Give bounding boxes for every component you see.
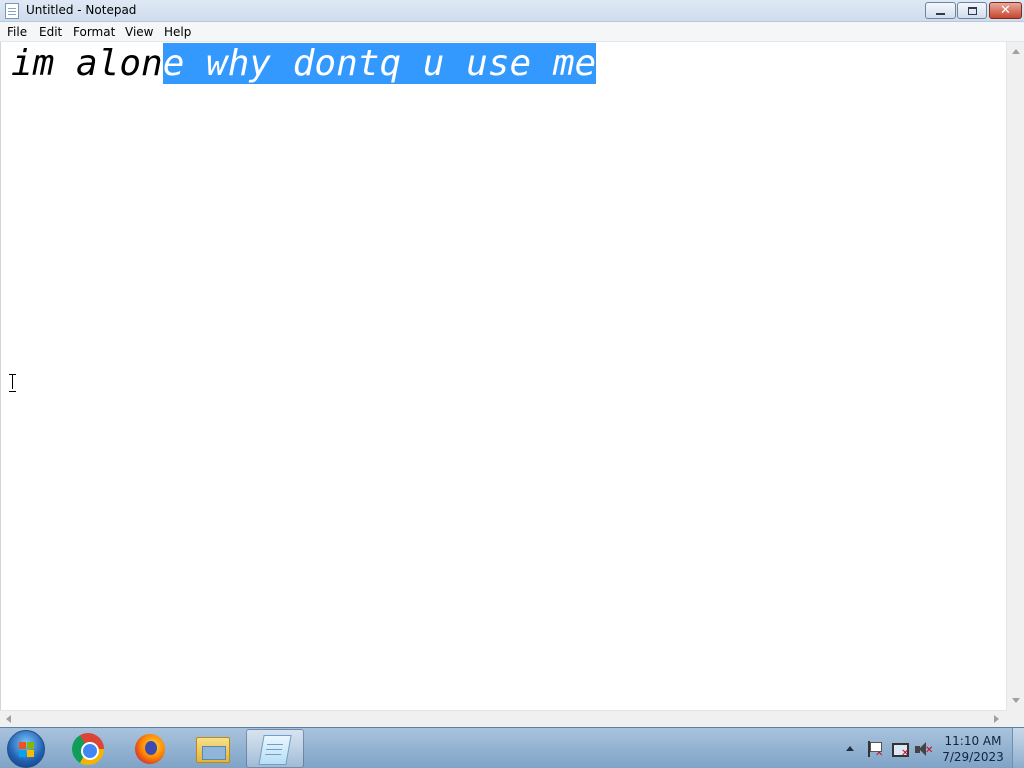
minimize-icon <box>936 12 945 15</box>
menu-bar: File Edit Format View Help <box>0 22 1024 42</box>
minimize-button[interactable] <box>925 2 956 19</box>
menu-file[interactable]: File <box>7 25 27 39</box>
windows-logo-icon <box>19 742 35 758</box>
clock-date: 7/29/2023 <box>942 750 1004 764</box>
editor-text-line[interactable]: im alone why dontq u use me <box>11 43 597 84</box>
mute-x-icon: ✕ <box>925 745 934 756</box>
restore-button[interactable] <box>957 2 987 19</box>
taskbar-chrome[interactable] <box>59 729 117 768</box>
title-bar[interactable]: Untitled - Notepad ✕ <box>0 0 1024 22</box>
notepad-app-icon[interactable] <box>5 3 19 19</box>
menu-help[interactable]: Help <box>164 25 191 39</box>
scroll-down-icon[interactable] <box>1012 698 1020 703</box>
taskbar-firefox[interactable] <box>121 729 179 768</box>
window-title: Untitled - Notepad <box>26 3 137 17</box>
menu-format[interactable]: Format <box>73 25 115 39</box>
action-center-flag-icon[interactable]: ✕ <box>865 740 884 759</box>
show-desktop-button[interactable] <box>1012 728 1024 768</box>
scroll-right-icon[interactable] <box>994 715 999 723</box>
folder-icon <box>196 737 230 763</box>
ibeam-cursor-icon <box>9 374 16 392</box>
scroll-left-icon[interactable] <box>6 715 11 723</box>
volume-muted-icon[interactable]: ✕ <box>914 740 934 758</box>
error-x-icon: ✕ <box>901 748 910 759</box>
clock-time: 11:10 AM <box>944 734 1002 748</box>
taskbar-notepad[interactable] <box>246 729 304 768</box>
vertical-scrollbar[interactable] <box>1006 42 1024 710</box>
menu-view[interactable]: View <box>125 25 153 39</box>
menu-edit[interactable]: Edit <box>39 25 62 39</box>
start-button[interactable] <box>7 730 45 768</box>
text-editor[interactable]: im alone why dontq u use me <box>0 42 1006 710</box>
notepad-icon <box>258 735 292 765</box>
restore-icon <box>967 6 977 15</box>
horizontal-scrollbar[interactable] <box>0 710 1006 727</box>
taskbar-explorer[interactable] <box>184 729 242 768</box>
chrome-icon <box>72 733 104 765</box>
taskbar: ✕ ✕ ✕ 11:10 AM 7/29/2023 <box>0 727 1024 768</box>
size-grip <box>1006 710 1024 727</box>
unselected-text: im alon <box>11 43 163 84</box>
show-hidden-icons-icon[interactable] <box>846 746 854 751</box>
close-button[interactable]: ✕ <box>989 2 1022 19</box>
selected-text: e why dontq u use me <box>162 43 597 84</box>
close-icon: ✕ <box>1000 3 1011 18</box>
network-icon[interactable]: ✕ <box>890 740 910 759</box>
error-x-icon: ✕ <box>875 748 884 759</box>
firefox-icon <box>135 734 165 764</box>
scroll-up-icon[interactable] <box>1012 49 1020 54</box>
system-clock[interactable]: 11:10 AM 7/29/2023 <box>936 733 1010 765</box>
